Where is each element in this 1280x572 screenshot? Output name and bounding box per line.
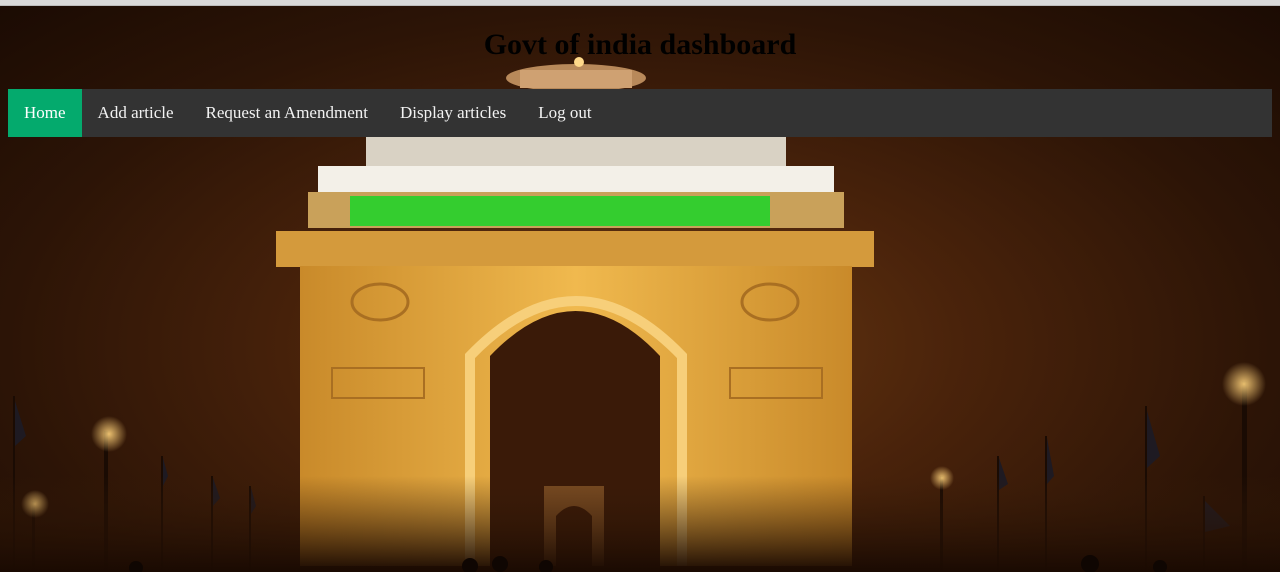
top-navbar: Home Add article Request an Amendment Di… xyxy=(8,89,1272,137)
nav-home-link[interactable]: Home xyxy=(8,89,82,137)
nav-logout-link[interactable]: Log out xyxy=(522,89,607,137)
nav-add-article-link[interactable]: Add article xyxy=(82,89,190,137)
page-title: Govt of india dashboard xyxy=(483,28,797,61)
nav-display-articles-link[interactable]: Display articles xyxy=(384,89,522,137)
nav-request-amendment-link[interactable]: Request an Amendment xyxy=(190,89,384,137)
